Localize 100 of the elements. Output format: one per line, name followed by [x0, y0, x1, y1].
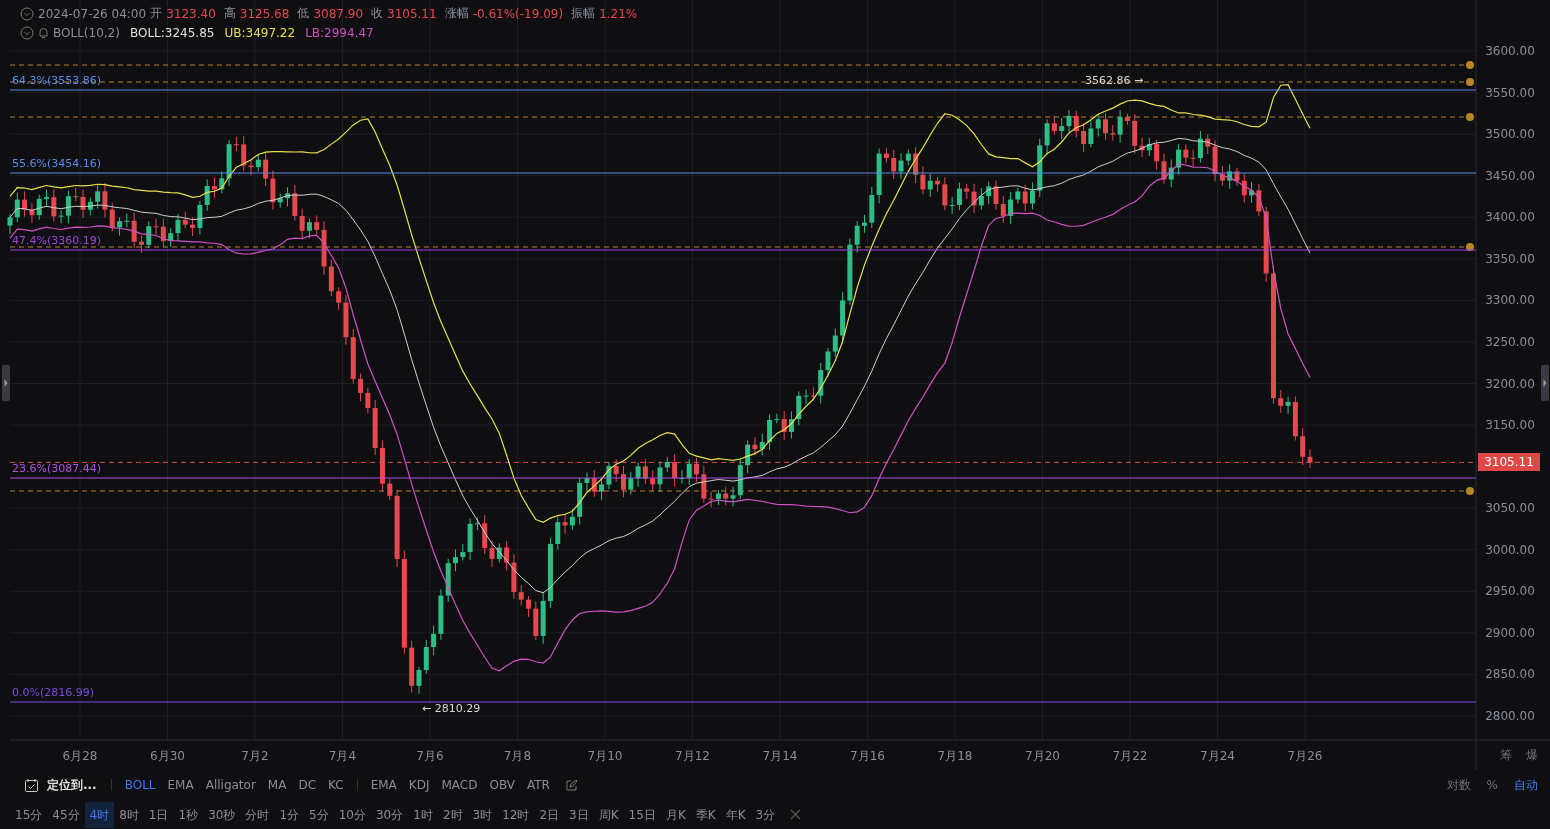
- current-price-tag: 3105.11: [1478, 453, 1540, 471]
- interval-tab[interactable]: 8时: [114, 801, 144, 828]
- price-tick-label: 2800.00: [1485, 709, 1535, 723]
- edit-icon[interactable]: [564, 778, 578, 792]
- interval-tab[interactable]: 3时: [467, 801, 498, 828]
- interval-tab[interactable]: 10分: [333, 801, 371, 828]
- indicator-tab[interactable]: EMA: [162, 778, 199, 792]
- fibonacci-label: 55.6%(3454.16): [12, 157, 101, 170]
- date-label: 7月26: [1287, 749, 1323, 763]
- quote-label: 收: [371, 5, 383, 22]
- close-icon[interactable]: [790, 809, 802, 820]
- interval-tab[interactable]: 1秒: [173, 801, 204, 828]
- price-tick-label: 3350.00: [1485, 251, 1535, 266]
- price-tick-label: 3500.00: [1485, 127, 1535, 142]
- interval-tab[interactable]: 12时: [497, 801, 535, 828]
- interval-tab[interactable]: 2时: [437, 801, 468, 828]
- indicator-name: BOLL(10,2): [53, 25, 120, 40]
- quote-value: 3087.90: [313, 6, 363, 21]
- interval-tab[interactable]: 5分: [304, 801, 334, 828]
- indicator-tab[interactable]: DC: [293, 778, 322, 792]
- date-label: 7月16: [850, 749, 885, 763]
- price-tick-label: 3200.00: [1485, 376, 1535, 391]
- price-tick-label: 3250.00: [1485, 334, 1535, 349]
- price-tick-label: 3600.00: [1485, 44, 1535, 58]
- chevron-icon[interactable]: [20, 25, 34, 40]
- interval-tab[interactable]: 3日: [564, 801, 594, 828]
- interval-tab[interactable]: 1日: [143, 801, 174, 828]
- interval-tab[interactable]: 2日: [534, 801, 565, 828]
- price-tick-label: 3450.00: [1485, 168, 1535, 183]
- interval-tab[interactable]: 1时: [408, 801, 438, 828]
- date-label: 7月10: [587, 749, 623, 763]
- interval-tab[interactable]: 3分: [750, 801, 781, 828]
- candle-datetime: 2024-07-26 04:00: [38, 6, 147, 21]
- quote-value: 3123.40: [166, 6, 216, 21]
- date-label: 7月22: [1112, 749, 1148, 763]
- interval-tab[interactable]: 15分: [10, 801, 48, 828]
- date-label: 6月30: [150, 749, 185, 763]
- interval-tab[interactable]: 季K: [690, 801, 721, 828]
- quote-label: 开: [150, 5, 163, 22]
- indicator-tab[interactable]: BOLL: [119, 778, 161, 792]
- chevron-icon[interactable]: [20, 6, 34, 21]
- indicator-tab[interactable]: Alligator: [200, 778, 261, 792]
- quote-label: 涨幅: [444, 5, 469, 22]
- date-label: 7月8: [503, 749, 532, 763]
- indicator-value: UB:3497.22: [224, 25, 296, 40]
- date-label: 7月12: [675, 749, 710, 763]
- quote-label: 高: [223, 5, 236, 22]
- date-label: 7月18: [937, 749, 973, 763]
- axis-mode-button[interactable]: %: [1482, 778, 1502, 792]
- date-label: 7月4: [328, 749, 357, 763]
- interval-tab[interactable]: 30分: [370, 801, 409, 828]
- date-label: 7月14: [762, 749, 798, 763]
- price-tick-label: 3400.00: [1485, 210, 1535, 225]
- price-tick-label: 3050.00: [1485, 501, 1535, 516]
- axis-mode-button[interactable]: 自动: [1510, 776, 1542, 794]
- interval-tab[interactable]: 分时: [240, 801, 275, 828]
- fibonacci-label: 64.3%(3553.86): [12, 74, 101, 87]
- indicator-value: LB:2994.47: [305, 25, 374, 40]
- axis-tool-button[interactable]: 筹: [1496, 747, 1516, 764]
- price-marker-label: ← 2810.29: [422, 702, 481, 715]
- expand-handle[interactable]: [1541, 365, 1549, 401]
- price-marker-label: 3562.86 →: [1085, 74, 1144, 87]
- interval-tab[interactable]: 月K: [660, 801, 691, 828]
- price-tick-label: 2900.00: [1485, 625, 1535, 640]
- price-tick-label: 2850.00: [1485, 667, 1535, 682]
- date-label: 7月24: [1200, 749, 1235, 763]
- price-tick-label: 3300.00: [1485, 293, 1535, 308]
- fibonacci-label: 0.0%(2816.99): [12, 686, 95, 699]
- bell-icon[interactable]: [38, 26, 49, 39]
- indicator-tab[interactable]: KC: [323, 778, 349, 792]
- date-label: 6月28: [62, 749, 98, 763]
- collapse-handle[interactable]: [2, 365, 10, 401]
- date-label: 7月20: [1025, 749, 1060, 763]
- quote-label: 低: [297, 5, 310, 22]
- interval-tab[interactable]: 45分: [47, 801, 85, 828]
- fibonacci-label: 23.6%(3087.44): [12, 462, 101, 475]
- interval-tab[interactable]: 4时: [84, 801, 115, 828]
- interval-tab[interactable]: 1分: [274, 801, 305, 828]
- locate-button[interactable]: 定位到...: [41, 776, 103, 794]
- interval-tab[interactable]: 周K: [593, 801, 624, 828]
- quote-value: 3125.68: [239, 6, 290, 21]
- interval-tab[interactable]: 30秒: [203, 801, 241, 828]
- indicator-tab[interactable]: OBV: [484, 778, 520, 792]
- indicator-tab[interactable]: ATR: [521, 778, 555, 792]
- axis-mode-button[interactable]: 对数: [1442, 776, 1475, 794]
- calendar-icon[interactable]: [24, 777, 39, 793]
- indicator-tab[interactable]: MACD: [436, 778, 483, 792]
- interval-tab[interactable]: 年K: [720, 801, 751, 828]
- indicator-value: BOLL:3245.85: [129, 25, 215, 40]
- quote-value: 1.21%: [599, 6, 638, 21]
- interval-tab[interactable]: 15日: [623, 801, 661, 828]
- indicator-tab[interactable]: KDJ: [403, 778, 435, 792]
- fibonacci-label: 47.4%(3360.19): [12, 234, 101, 247]
- quote-value: 3105.11: [387, 6, 437, 21]
- indicator-tab[interactable]: MA: [262, 778, 292, 792]
- indicator-tab[interactable]: EMA: [365, 778, 402, 792]
- date-label: 7月6: [416, 749, 444, 763]
- axis-tool-button[interactable]: 爆: [1522, 747, 1542, 764]
- price-tick-label: 2950.00: [1485, 584, 1535, 599]
- quote-value: -0.61%(-19.09): [472, 6, 564, 21]
